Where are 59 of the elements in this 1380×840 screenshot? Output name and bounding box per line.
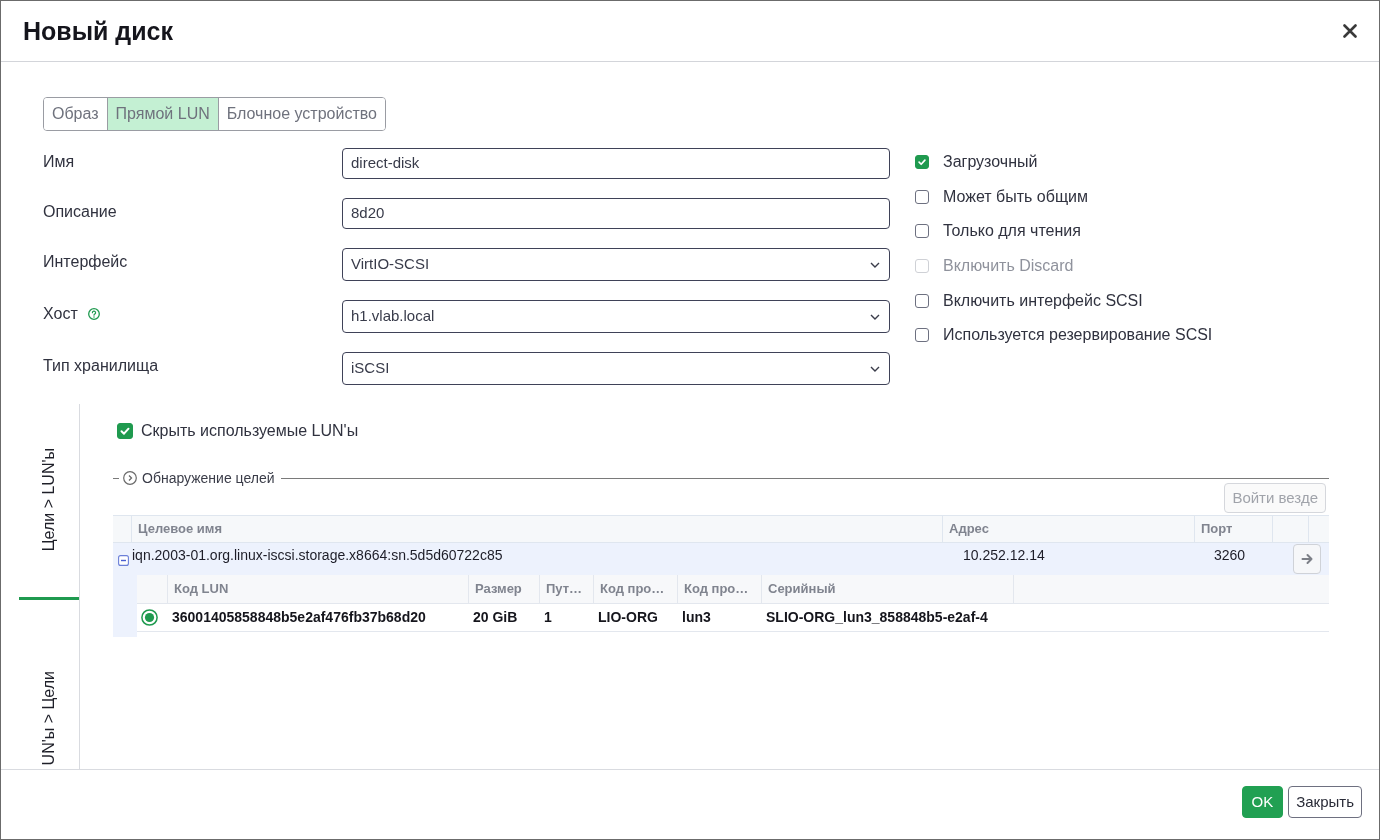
tab[interactable]: Прямой LUN: [106, 98, 218, 130]
field-label: Тип хранилища: [43, 355, 159, 376]
close-icon: [1343, 24, 1357, 38]
close-button[interactable]: [1342, 23, 1358, 39]
table-cell-text: lun3: [682, 608, 711, 627]
table-cell-text: SLIO-ORG_lun3_858848b5-e2af-4: [766, 608, 988, 627]
checkbox[interactable]: [915, 328, 929, 343]
checkbox[interactable]: [117, 423, 133, 439]
select-field[interactable]: VirtIO-SCSI: [342, 248, 890, 281]
option-label: Может быть общим: [943, 186, 1088, 207]
table-cell: 3260: [1214, 546, 1246, 564]
checkbox[interactable]: [915, 293, 929, 308]
section-toggle[interactable]: Обнаружение целей: [123, 467, 275, 489]
column-header: Код про…: [684, 580, 749, 599]
vertical-tab[interactable]: UN'ы > Цели: [19, 600, 79, 769]
table-row[interactable]: iqn.2003-01.org.linux-iscsi.storage.x8664:sn.5d5d60722c85 10.252.12.14 3260: [113, 543, 1329, 575]
table-cell: 10.252.12.14: [963, 546, 1045, 564]
column-header: Размер: [475, 580, 522, 599]
select-field[interactable]: h1.vlab.local: [342, 300, 890, 333]
chevron-down-icon: [870, 313, 880, 320]
text-input[interactable]: 8d20: [342, 198, 890, 229]
option-label: Загрузочный: [943, 152, 1038, 173]
arrow-button[interactable]: [1293, 544, 1321, 574]
table-cell-text: 36001405858848b5e2af476fb37b68d20: [172, 608, 426, 627]
table-cell-text: LIO-ORG: [598, 608, 658, 627]
option-label: Включить интерфейс SCSI: [943, 290, 1143, 311]
tab[interactable]: Блочное устройство: [217, 98, 385, 130]
field-label: Имя: [43, 151, 75, 172]
check-icon: [917, 157, 927, 168]
field-label: Хост: [43, 303, 78, 324]
radio-button[interactable]: [141, 609, 158, 626]
column-header: Порт: [1201, 520, 1233, 539]
option-label: Используется резервирование SCSI: [943, 325, 1213, 346]
option-label: Включить Discard: [943, 256, 1074, 277]
vertical-tab[interactable]: Цели > LUN'ы: [19, 404, 79, 600]
chevron-down-icon: [870, 365, 880, 372]
select-field[interactable]: iSCSI: [342, 352, 890, 385]
arrow-right-icon: [1300, 553, 1314, 565]
column-header: Пут…: [546, 580, 583, 599]
checkbox[interactable]: [915, 155, 929, 170]
column-header: Целевое имя: [138, 520, 222, 539]
column-header: Серийный: [768, 580, 836, 599]
column-header: Код LUN: [174, 580, 229, 599]
table-cell-text: 1: [544, 608, 552, 627]
dialog-title: Новый диск: [23, 18, 173, 44]
table-cell-text: 20 GiB: [473, 608, 518, 627]
checkbox[interactable]: [915, 189, 929, 204]
chevron-down-icon: [870, 261, 880, 268]
checkbox[interactable]: [915, 224, 929, 239]
field-label: Интерфейс: [43, 251, 128, 272]
field-label: Описание: [43, 201, 117, 222]
text-input[interactable]: direct-disk: [342, 148, 890, 179]
check-icon: [119, 425, 131, 437]
option-label: Только для чтения: [943, 221, 1081, 242]
checkbox-label: Скрыть используемые LUN'ы: [141, 421, 359, 441]
close-dialog-button[interactable]: Закрыть: [1288, 786, 1362, 818]
column-header: Код про…: [600, 580, 665, 599]
column-header: Адрес: [949, 520, 989, 539]
table-cell: iqn.2003-01.org.linux-iscsi.storage.x8664:sn.5d5d60722c85: [132, 546, 503, 564]
